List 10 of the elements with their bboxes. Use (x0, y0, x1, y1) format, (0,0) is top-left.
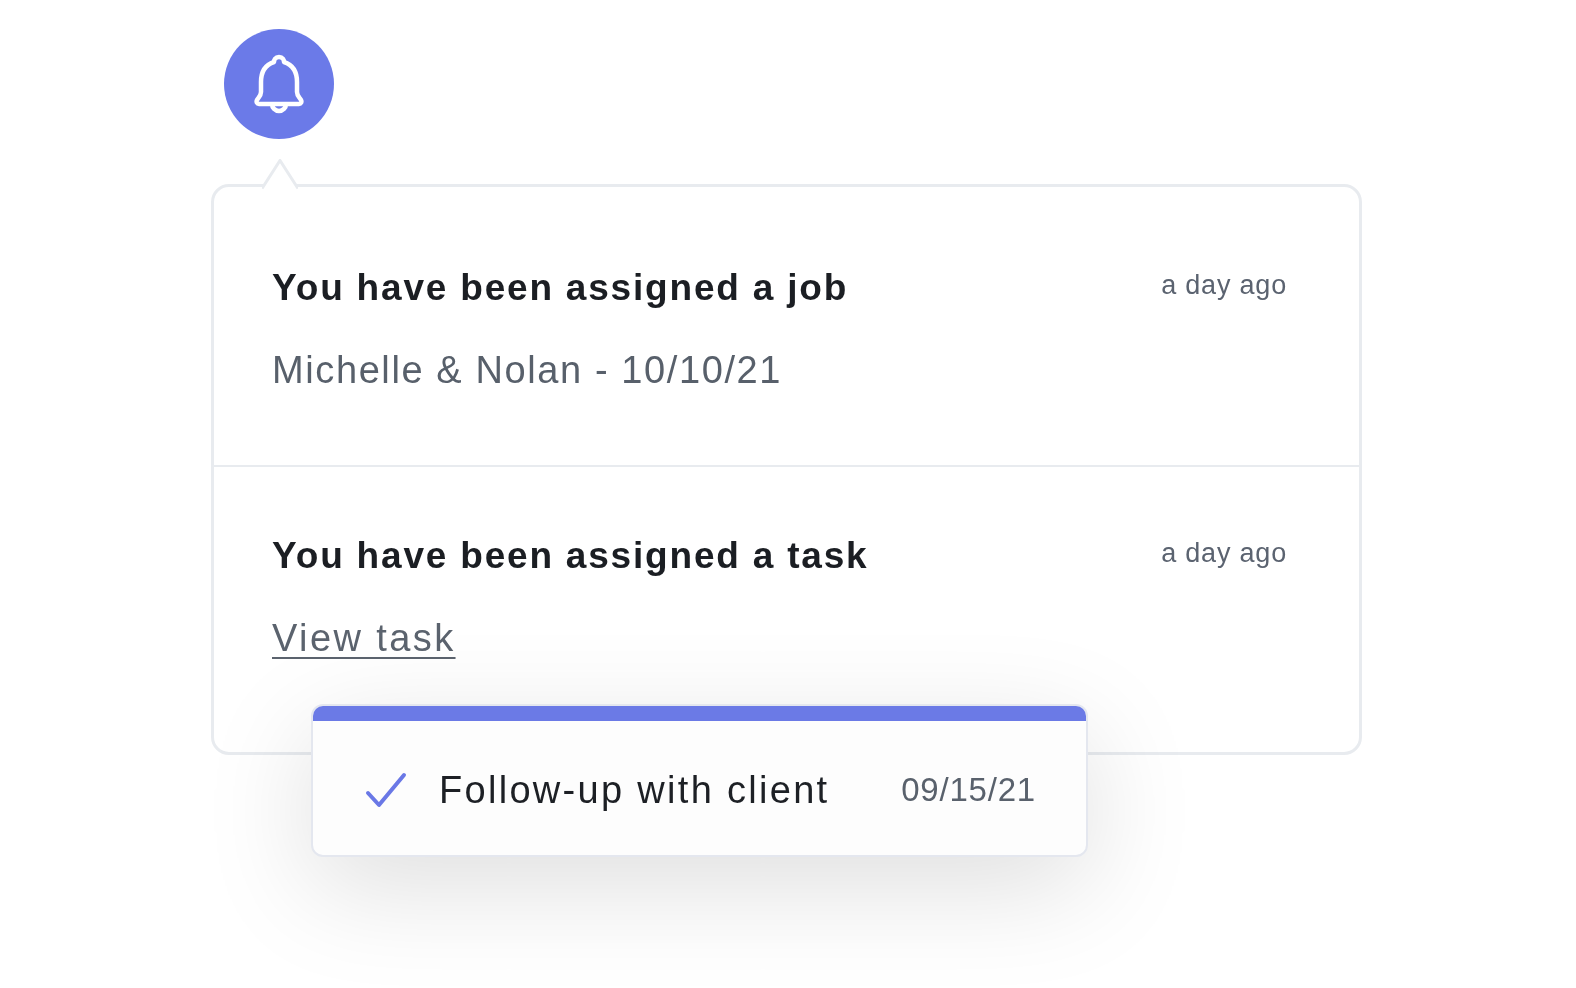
notification-title: You have been assigned a task (272, 534, 869, 578)
notification-time: a day ago (1161, 537, 1287, 570)
notification-time: a day ago (1161, 269, 1287, 302)
bell-icon[interactable] (224, 29, 334, 139)
task-link[interactable]: View task (272, 615, 456, 661)
notification-title: You have been assigned a job (272, 266, 849, 310)
check-icon[interactable] (365, 771, 407, 809)
notification-detail: Michelle & Nolan - 10/10/21 (272, 348, 784, 393)
task-date: 09/15/21 (901, 770, 1036, 810)
task-label: Follow-up with client (439, 768, 830, 813)
